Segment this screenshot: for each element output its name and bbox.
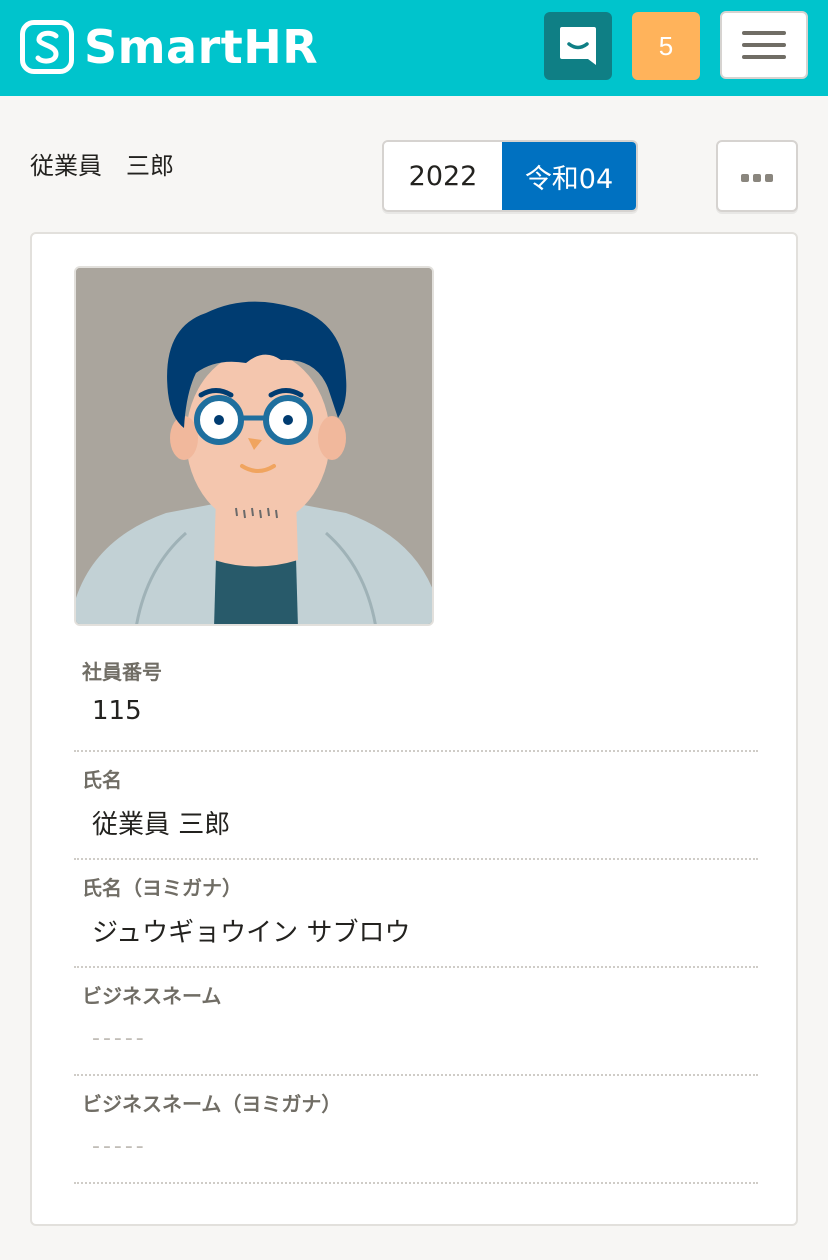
field-name-kana: 氏名（ヨミガナ） ジュウギョウイン サブロウ <box>74 860 758 968</box>
chat-button[interactable] <box>544 12 612 80</box>
more-dots-icon <box>739 167 775 186</box>
employee-avatar <box>74 266 434 626</box>
page-title: 従業員 三郎 <box>30 152 174 180</box>
more-options-button[interactable] <box>716 140 798 212</box>
smarthr-logo[interactable]: SmartHR <box>20 18 318 76</box>
field-value: 従業員 三郎 <box>92 810 231 840</box>
field-label: ビジネスネーム <box>82 984 222 1008</box>
hamburger-icon <box>742 31 786 35</box>
field-business-name: ビジネスネーム ----- <box>74 968 758 1076</box>
app-header: SmartHR 5 <box>0 0 828 96</box>
field-value-empty: ----- <box>92 1134 147 1159</box>
field-employee-number: 社員番号 115 <box>74 644 758 752</box>
smarthr-logo-icon <box>20 20 74 74</box>
logo-text: SmartHR <box>84 20 319 74</box>
notification-badge-button[interactable]: 5 <box>632 12 700 80</box>
field-value-empty: ----- <box>92 1026 147 1051</box>
field-label: 氏名（ヨミガナ） <box>82 876 242 900</box>
field-label: 氏名 <box>82 768 122 792</box>
field-value: 115 <box>92 696 142 726</box>
employee-profile-card: 社員番号 115 氏名 従業員 三郎 氏名（ヨミガナ） ジュウギョウイン サブロ… <box>30 232 798 1226</box>
field-label: 社員番号 <box>82 660 162 684</box>
year-option-gregorian[interactable]: 2022 <box>384 142 502 210</box>
hamburger-line <box>742 43 786 47</box>
year-option-japanese[interactable]: 令和04 <box>502 142 636 210</box>
field-value: ジュウギョウイン サブロウ <box>92 918 411 948</box>
menu-button[interactable] <box>720 11 808 79</box>
notification-count: 5 <box>658 30 674 61</box>
year-format-toggle: 2022 令和04 <box>382 140 638 212</box>
field-name: 氏名 従業員 三郎 <box>74 752 758 860</box>
field-business-name-kana: ビジネスネーム（ヨミガナ） ----- <box>74 1076 758 1184</box>
hamburger-line <box>742 55 786 59</box>
field-label: ビジネスネーム（ヨミガナ） <box>82 1092 342 1116</box>
chat-icon <box>560 27 596 65</box>
